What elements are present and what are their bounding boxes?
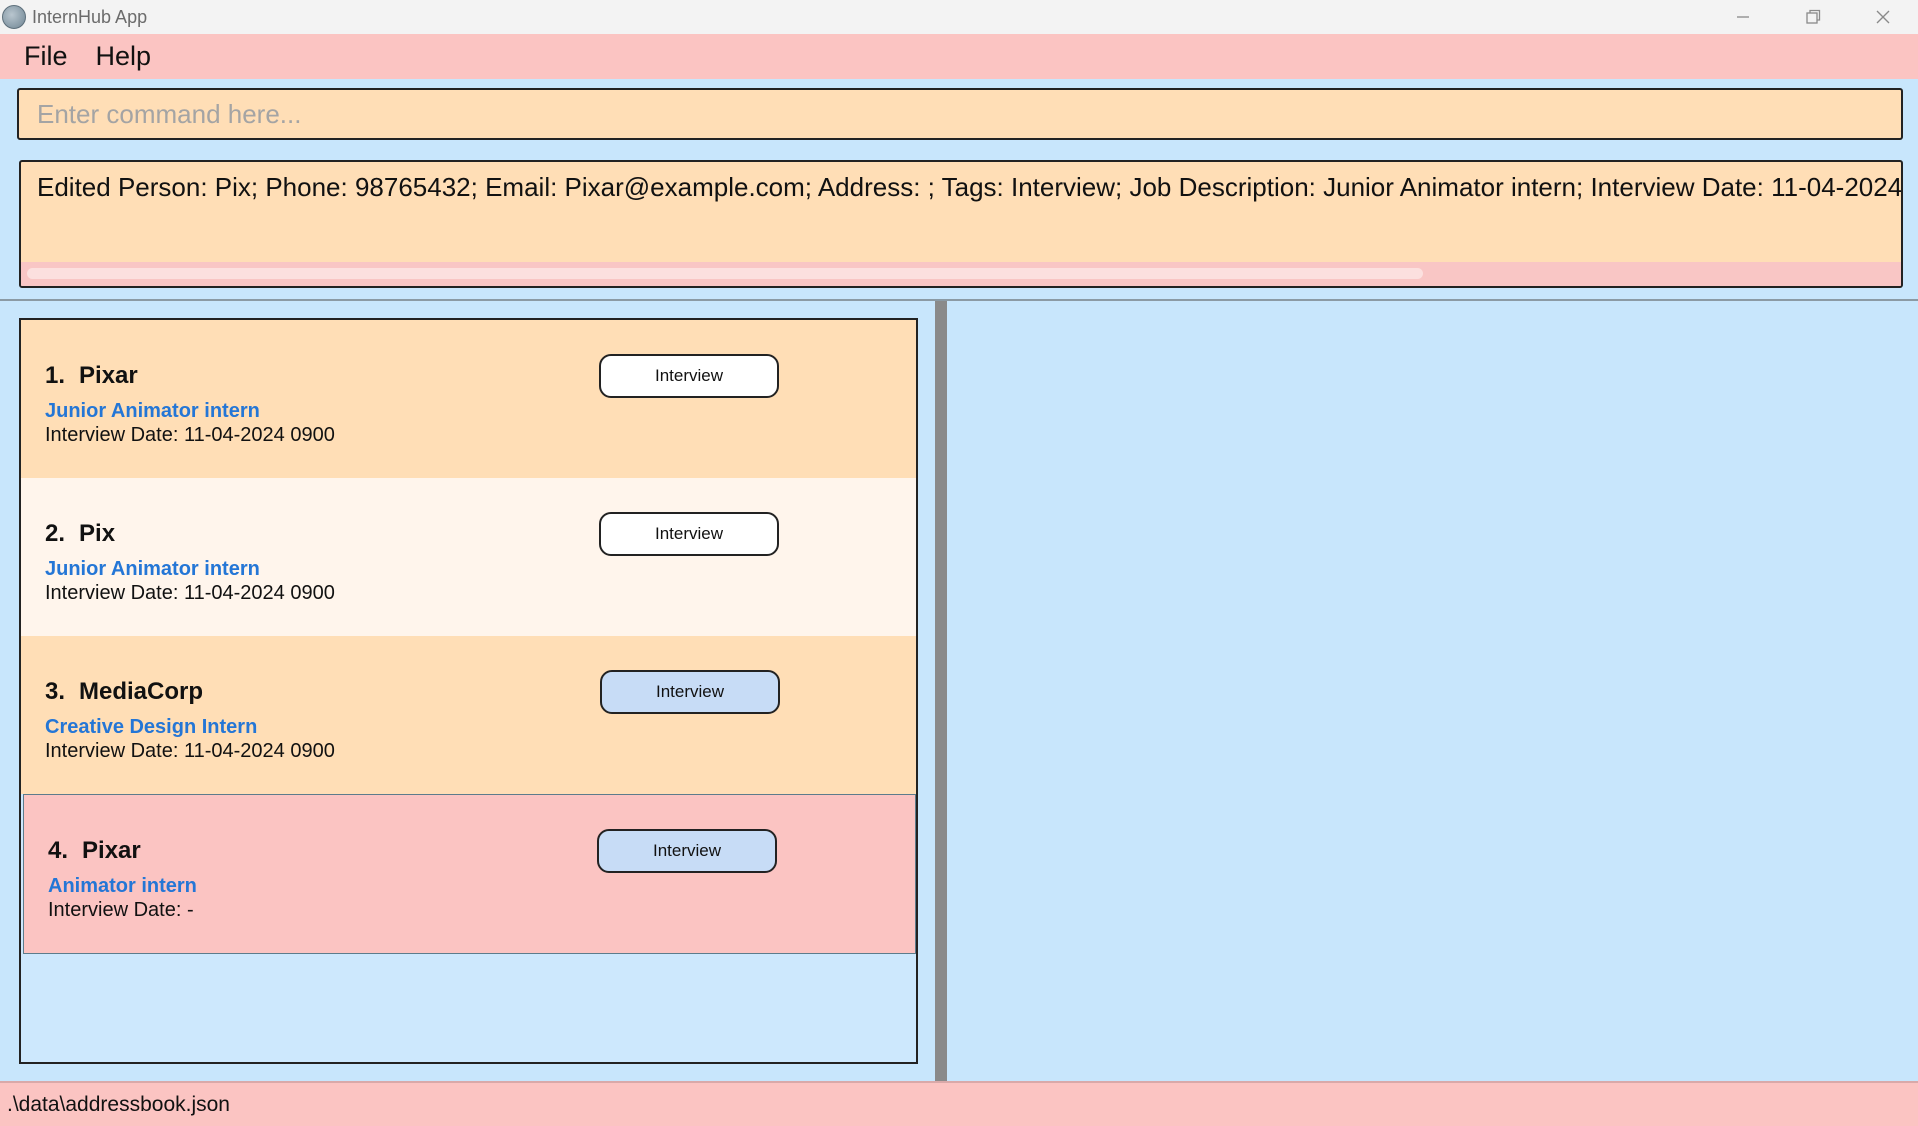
tag-badge: Interview xyxy=(600,670,780,714)
job-description: Creative Design Intern xyxy=(45,716,258,738)
internship-card-4[interactable]: 4. Pixar Animator intern Interview Date: … xyxy=(23,794,916,954)
command-box xyxy=(17,88,1903,140)
window-title: InternHub App xyxy=(32,6,148,27)
tag-badge: Interview xyxy=(597,829,777,873)
restore-icon xyxy=(1806,9,1821,24)
result-display[interactable]: Edited Person: Pix; Phone: 98765432; Ema… xyxy=(19,160,1903,288)
interview-date: Interview Date: - xyxy=(48,899,194,921)
internship-card-1[interactable]: 1. Pixar Junior Animator intern Interview… xyxy=(21,320,916,478)
job-description: Animator intern xyxy=(48,875,197,897)
internship-card-3[interactable]: 3. MediaCorp Creative Design Intern Inter… xyxy=(21,636,916,794)
restore-button[interactable] xyxy=(1778,0,1848,34)
company-name: MediaCorp xyxy=(79,678,204,705)
minimize-button[interactable] xyxy=(1708,0,1778,34)
card-index: 1. xyxy=(45,362,66,389)
title-bar: InternHub App xyxy=(0,0,1918,34)
tag-badge: Interview xyxy=(599,512,779,556)
internship-card-2[interactable]: 2. Pix Junior Animator intern Interview D… xyxy=(21,478,916,636)
job-description: Junior Animator intern xyxy=(45,400,260,422)
card-title: 3. MediaCorp xyxy=(45,678,203,706)
app-logo-icon xyxy=(2,5,26,29)
menu-bar: File Help xyxy=(0,34,1918,79)
card-index: 4. xyxy=(48,837,69,864)
status-bar: .\data\addressbook.json xyxy=(0,1081,1918,1126)
scrollbar-thumb[interactable] xyxy=(27,268,1423,279)
company-name: Pixar xyxy=(79,362,138,389)
split-pane-divider[interactable] xyxy=(935,301,947,1081)
card-title: 2. Pix xyxy=(45,520,115,548)
command-input[interactable] xyxy=(35,90,1885,138)
window-controls xyxy=(1708,0,1918,34)
card-title: 1. Pixar xyxy=(45,362,138,390)
internship-list[interactable]: 1. Pixar Junior Animator intern Interview… xyxy=(19,318,918,1064)
card-index: 3. xyxy=(45,678,66,705)
company-name: Pix xyxy=(79,520,116,547)
tag-badge: Interview xyxy=(599,354,779,398)
close-icon xyxy=(1876,10,1890,24)
interview-date: Interview Date: 11-04-2024 0900 xyxy=(45,740,335,762)
close-button[interactable] xyxy=(1848,0,1918,34)
job-description: Junior Animator intern xyxy=(45,558,260,580)
card-title: 4. Pixar xyxy=(48,837,141,865)
result-horizontal-scrollbar[interactable] xyxy=(21,262,1901,286)
interview-date: Interview Date: 11-04-2024 0900 xyxy=(45,424,335,446)
company-name: Pixar xyxy=(82,837,141,864)
save-file-path: .\data\addressbook.json xyxy=(7,1092,230,1116)
detail-pane xyxy=(947,301,1918,1081)
minimize-icon xyxy=(1737,16,1749,18)
result-text: Edited Person: Pix; Phone: 98765432; Ema… xyxy=(37,172,1903,202)
menu-file[interactable]: File xyxy=(24,41,68,72)
interview-date: Interview Date: 11-04-2024 0900 xyxy=(45,582,335,604)
card-index: 2. xyxy=(45,520,66,547)
menu-help[interactable]: Help xyxy=(96,41,152,72)
